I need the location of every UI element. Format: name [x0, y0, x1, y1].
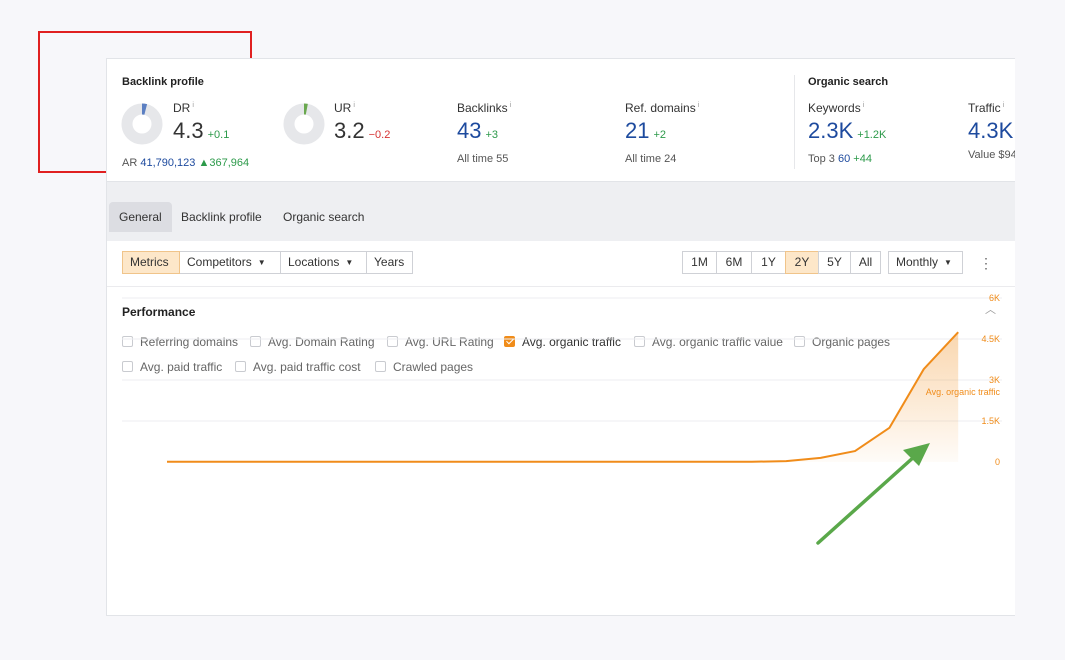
ur-delta: −0.2	[368, 129, 391, 141]
ur-metric: UR i 3.2 −0.2	[334, 101, 390, 149]
overview-card: Backlink profile DR i 4.3 +0.1 AR 41,790,1…	[106, 58, 1015, 616]
traffic-info-icon[interactable]: i	[1003, 102, 1005, 109]
tabs-band: General Backlink profile Organic search	[107, 181, 1015, 241]
ar-label: AR	[122, 157, 138, 169]
top3-delta: +44	[853, 153, 872, 165]
traffic-value-label: Value	[968, 149, 996, 161]
ref-domains-delta: +2	[653, 129, 667, 141]
dr-info-icon[interactable]: i	[192, 102, 194, 109]
backlink-profile-title: Backlink profile	[122, 76, 204, 88]
backlinks-metric: Backlinks i 43 +3 All time 55	[457, 101, 511, 165]
ur-info-icon[interactable]: i	[353, 102, 355, 109]
top3-label: Top 3	[808, 153, 835, 165]
ref-domains-all-time-value: 24	[664, 153, 677, 165]
tab-general[interactable]: General	[109, 202, 172, 232]
traffic-label: Traffic	[968, 101, 1001, 115]
ar-metric: AR 41,790,123 ▲367,964	[122, 153, 249, 169]
ref-domains-all-time-label: All time	[625, 153, 662, 165]
ref-domains-metric: Ref. domains i 21 +2 All time 24	[625, 101, 699, 165]
backlinks-delta: +3	[485, 129, 499, 141]
ar-delta: 367,964	[209, 157, 250, 169]
ref-domains-label: Ref. domains	[625, 101, 696, 115]
ur-value: 3.2	[334, 118, 365, 143]
backlinks-value[interactable]: 43	[457, 118, 481, 143]
ref-domains-value[interactable]: 21	[625, 118, 649, 143]
ar-delta-arrow-icon: ▲	[198, 157, 210, 169]
traffic-value-amount: $94	[998, 149, 1015, 161]
y-tick-label: 4.5K	[981, 334, 1000, 344]
chart-panel: Metrics Competitors ▼ Locations ▼ Years 1M…	[107, 241, 1015, 615]
backlinks-label: Backlinks	[457, 101, 508, 115]
dr-value: 4.3	[173, 118, 204, 143]
tab-backlink-profile[interactable]: Backlink profile	[171, 202, 272, 232]
backlinks-all-time-value: 55	[496, 153, 509, 165]
dr-label: DR	[173, 101, 191, 115]
ur-donut-icon	[283, 103, 325, 145]
organic-search-title: Organic search	[808, 76, 889, 88]
ur-label: UR	[334, 101, 352, 115]
performance-chart: 01.5K3K4.5K6KAvg. organic trafficGG2G2GG…	[122, 293, 1002, 467]
section-divider	[794, 75, 795, 169]
keywords-metric: Keywords i 2.3K +1.2K Top 3 60 +44	[808, 101, 886, 165]
keywords-value[interactable]: 2.3K	[808, 118, 853, 143]
keywords-label: Keywords	[808, 101, 861, 115]
dr-donut-icon	[121, 103, 163, 145]
y-tick-label: 1.5K	[981, 416, 1000, 426]
dr-metric: DR i 4.3 +0.1	[173, 101, 229, 149]
keywords-delta: +1.2K	[857, 129, 887, 141]
y-tick-label: 0	[995, 457, 1000, 467]
top3-value[interactable]: 60	[838, 153, 850, 165]
series-area	[751, 332, 959, 462]
traffic-value[interactable]: 4.3K	[968, 118, 1013, 143]
keywords-info-icon[interactable]: i	[863, 102, 865, 109]
y-tick-label: 3K	[989, 375, 1000, 385]
y-tick-label: 6K	[989, 293, 1000, 303]
metrics-row: Backlink profile DR i 4.3 +0.1 AR 41,790,1…	[107, 59, 1015, 181]
tab-organic-search[interactable]: Organic search	[273, 202, 374, 232]
dr-delta: +0.1	[207, 129, 230, 141]
backlinks-all-time-label: All time	[457, 153, 494, 165]
ar-value[interactable]: 41,790,123	[140, 157, 195, 169]
traffic-metric: Traffic i 4.3K Value $94	[968, 101, 1015, 161]
ref-domains-info-icon[interactable]: i	[698, 102, 700, 109]
backlinks-info-icon[interactable]: i	[510, 102, 512, 109]
series-line	[167, 331, 959, 463]
